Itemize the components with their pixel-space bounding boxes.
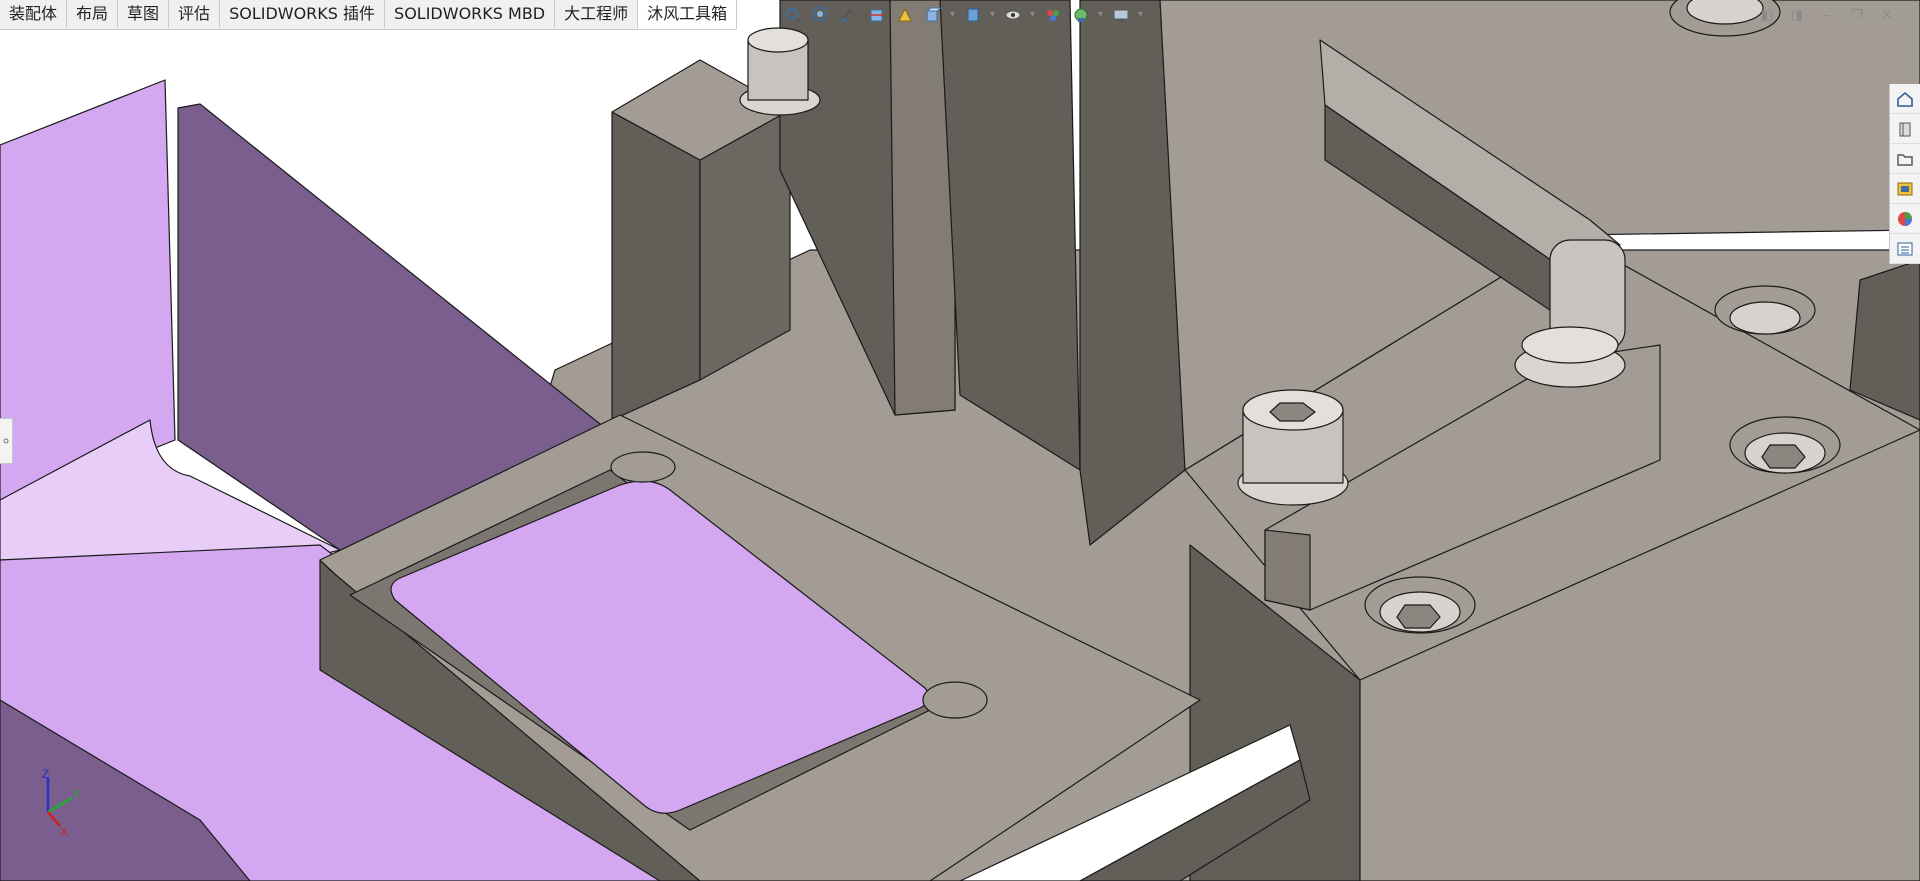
toolbar-separator: ▾ (950, 9, 956, 20)
tab-big-engineer[interactable]: 大工程师 (555, 0, 639, 28)
heads-up-view-toolbar: ▾ ▾ ▾ ▾ ▾ (782, 4, 1144, 28)
design-library-icon[interactable] (1890, 114, 1920, 144)
toolbar-separator: ▾ (990, 9, 996, 20)
toolbar-separator: ▾ (1138, 9, 1144, 20)
close-icon[interactable]: ✕ (1878, 8, 1896, 24)
tab-solidworks-addins[interactable]: SOLIDWORKS 插件 (220, 0, 386, 28)
zoom-to-area-icon[interactable] (810, 4, 832, 26)
counterbore-hole-1 (1364, 576, 1476, 634)
previous-view-icon[interactable] (838, 4, 860, 26)
bolt-right-pad-left (1237, 389, 1349, 506)
reference-triad: Z Y X (42, 768, 81, 838)
task-pane-tabs (1889, 84, 1920, 264)
bolt-right-pad-right (1514, 326, 1626, 388)
raised-pad-front (1264, 529, 1311, 611)
triad-x-label: X (60, 825, 68, 838)
tab-sketch[interactable]: 草图 (118, 0, 170, 28)
tab-mufeng-toolbox[interactable]: 沐风工具箱 (638, 0, 738, 29)
command-manager-tabs: 装配体 布局 草图 评估 SOLIDWORKS 插件 SOLIDWORKS MB… (0, 0, 738, 30)
tile-left-icon[interactable]: ◧ (1758, 8, 1776, 24)
window-controls: ◧ ◨ – ❐ ✕ (1758, 8, 1896, 24)
hide-show-items-icon[interactable] (1002, 4, 1024, 26)
view-orientation-icon[interactable] (922, 4, 944, 26)
file-explorer-icon[interactable] (1890, 144, 1920, 174)
tile-right-icon[interactable]: ◨ (1788, 8, 1806, 24)
dynamic-annotation-icon[interactable] (894, 4, 916, 26)
graphics-viewport[interactable] (0, 0, 1920, 881)
solidworks-resources-icon[interactable] (1890, 84, 1920, 114)
tab-solidworks-mbd[interactable]: SOLIDWORKS MBD (385, 0, 556, 28)
bolt-left-top (739, 27, 821, 116)
feature-manager-expand-handle[interactable] (0, 418, 13, 464)
clamp-hole-bottom (922, 681, 988, 719)
edit-appearance-icon[interactable] (1042, 4, 1064, 26)
triad-y-label: Y (73, 787, 81, 801)
appearances-scenes-icon[interactable] (1890, 204, 1920, 234)
counterbore-hole-2 (1729, 416, 1841, 474)
restore-icon[interactable]: ❐ (1848, 8, 1866, 24)
view-palette-icon[interactable] (1890, 174, 1920, 204)
toolbar-separator: ▾ (1030, 9, 1036, 20)
toolbar-separator: ▾ (1098, 9, 1104, 20)
chevron-right-icon (3, 438, 9, 444)
tab-layout[interactable]: 布局 (67, 0, 119, 28)
display-style-icon[interactable] (962, 4, 984, 26)
tab-evaluate[interactable]: 评估 (169, 0, 221, 28)
custom-properties-icon[interactable] (1890, 234, 1920, 264)
section-view-icon[interactable] (866, 4, 888, 26)
tab-assembly[interactable]: 装配体 (0, 0, 68, 28)
view-settings-icon[interactable] (1110, 4, 1132, 26)
minimize-icon[interactable]: – (1818, 8, 1836, 24)
clamp-hole-top (610, 451, 676, 483)
left-column-front (611, 111, 701, 421)
apply-scene-icon[interactable] (1070, 4, 1092, 26)
zoom-to-fit-icon[interactable] (782, 4, 804, 26)
triad-z-label: Z (42, 768, 49, 781)
counterbore-hole-3 (1714, 285, 1816, 335)
